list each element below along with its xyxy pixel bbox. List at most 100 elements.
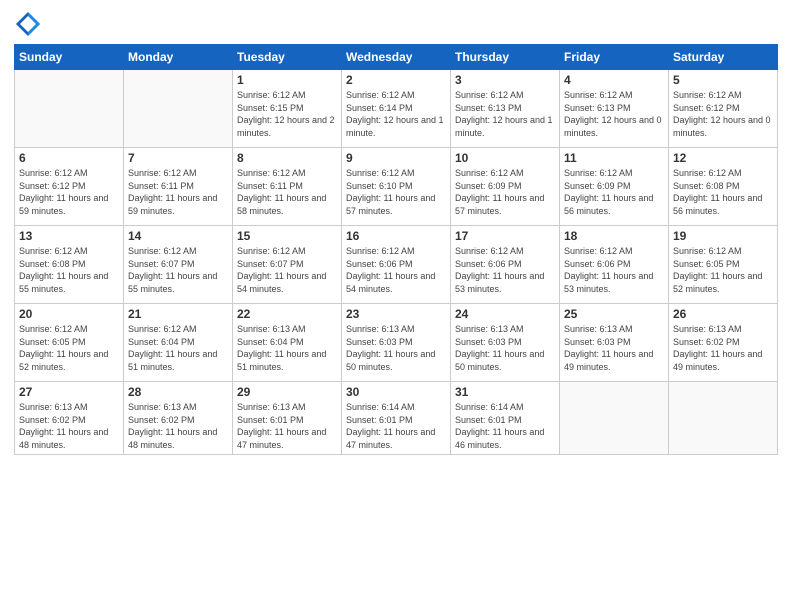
day-info: Sunrise: 6:13 AM Sunset: 6:02 PM Dayligh… xyxy=(128,401,228,451)
day-number: 17 xyxy=(455,229,555,243)
day-number: 5 xyxy=(673,73,773,87)
calendar-day-cell: 18 Sunrise: 6:12 AM Sunset: 6:06 PM Dayli… xyxy=(560,226,669,304)
day-number: 22 xyxy=(237,307,337,321)
day-info: Sunrise: 6:12 AM Sunset: 6:06 PM Dayligh… xyxy=(346,245,446,295)
day-info: Sunrise: 6:13 AM Sunset: 6:03 PM Dayligh… xyxy=(455,323,555,373)
calendar-day-cell: 4 Sunrise: 6:12 AM Sunset: 6:13 PM Daylig… xyxy=(560,70,669,148)
calendar-day-cell: 15 Sunrise: 6:12 AM Sunset: 6:07 PM Dayli… xyxy=(233,226,342,304)
day-number: 3 xyxy=(455,73,555,87)
calendar-week-row: 27 Sunrise: 6:13 AM Sunset: 6:02 PM Dayli… xyxy=(15,382,778,455)
day-number: 29 xyxy=(237,385,337,399)
day-info: Sunrise: 6:12 AM Sunset: 6:06 PM Dayligh… xyxy=(564,245,664,295)
calendar-day-cell: 12 Sunrise: 6:12 AM Sunset: 6:08 PM Dayli… xyxy=(669,148,778,226)
day-number: 13 xyxy=(19,229,119,243)
calendar-day-cell: 28 Sunrise: 6:13 AM Sunset: 6:02 PM Dayli… xyxy=(124,382,233,455)
calendar-day-cell: 26 Sunrise: 6:13 AM Sunset: 6:02 PM Dayli… xyxy=(669,304,778,382)
calendar-day-cell: 6 Sunrise: 6:12 AM Sunset: 6:12 PM Daylig… xyxy=(15,148,124,226)
day-number: 4 xyxy=(564,73,664,87)
day-number: 15 xyxy=(237,229,337,243)
day-info: Sunrise: 6:12 AM Sunset: 6:15 PM Dayligh… xyxy=(237,89,337,139)
calendar-day-cell: 23 Sunrise: 6:13 AM Sunset: 6:03 PM Dayli… xyxy=(342,304,451,382)
calendar-day-cell: 3 Sunrise: 6:12 AM Sunset: 6:13 PM Daylig… xyxy=(451,70,560,148)
calendar-day-cell: 31Sunrise: 6:14 AM Sunset: 6:01 PM Dayli… xyxy=(451,382,560,455)
day-info: Sunrise: 6:12 AM Sunset: 6:10 PM Dayligh… xyxy=(346,167,446,217)
day-number: 18 xyxy=(564,229,664,243)
calendar-day-cell: 30Sunrise: 6:14 AM Sunset: 6:01 PM Dayli… xyxy=(342,382,451,455)
day-number: 25 xyxy=(564,307,664,321)
calendar-header-cell: Saturday xyxy=(669,45,778,70)
day-number: 21 xyxy=(128,307,228,321)
calendar-week-row: 13 Sunrise: 6:12 AM Sunset: 6:08 PM Dayli… xyxy=(15,226,778,304)
day-number: 30 xyxy=(346,385,446,399)
calendar-day-cell: 20 Sunrise: 6:12 AM Sunset: 6:05 PM Dayli… xyxy=(15,304,124,382)
day-number: 6 xyxy=(19,151,119,165)
day-number: 16 xyxy=(346,229,446,243)
calendar-day-cell: 19 Sunrise: 6:12 AM Sunset: 6:05 PM Dayli… xyxy=(669,226,778,304)
calendar-day-cell xyxy=(669,382,778,455)
day-number: 20 xyxy=(19,307,119,321)
day-info: Sunrise: 6:12 AM Sunset: 6:08 PM Dayligh… xyxy=(673,167,773,217)
calendar-day-cell: 2 Sunrise: 6:12 AM Sunset: 6:14 PM Daylig… xyxy=(342,70,451,148)
day-info: Sunrise: 6:13 AM Sunset: 6:02 PM Dayligh… xyxy=(673,323,773,373)
calendar-day-cell: 7Sunrise: 6:12 AM Sunset: 6:11 PM Daylig… xyxy=(124,148,233,226)
day-info: Sunrise: 6:13 AM Sunset: 6:02 PM Dayligh… xyxy=(19,401,119,451)
header xyxy=(14,10,778,38)
calendar-day-cell: 9 Sunrise: 6:12 AM Sunset: 6:10 PM Daylig… xyxy=(342,148,451,226)
calendar: SundayMondayTuesdayWednesdayThursdayFrid… xyxy=(14,44,778,455)
day-info: Sunrise: 6:12 AM Sunset: 6:04 PM Dayligh… xyxy=(128,323,228,373)
day-number: 28 xyxy=(128,385,228,399)
day-number: 9 xyxy=(346,151,446,165)
calendar-header-cell: Wednesday xyxy=(342,45,451,70)
day-info: Sunrise: 6:12 AM Sunset: 6:13 PM Dayligh… xyxy=(564,89,664,139)
calendar-day-cell: 29Sunrise: 6:13 AM Sunset: 6:01 PM Dayli… xyxy=(233,382,342,455)
calendar-header-cell: Monday xyxy=(124,45,233,70)
day-info: Sunrise: 6:12 AM Sunset: 6:14 PM Dayligh… xyxy=(346,89,446,139)
day-info: Sunrise: 6:13 AM Sunset: 6:03 PM Dayligh… xyxy=(564,323,664,373)
day-number: 12 xyxy=(673,151,773,165)
calendar-day-cell: 25 Sunrise: 6:13 AM Sunset: 6:03 PM Dayli… xyxy=(560,304,669,382)
calendar-day-cell: 17Sunrise: 6:12 AM Sunset: 6:06 PM Dayli… xyxy=(451,226,560,304)
day-number: 23 xyxy=(346,307,446,321)
calendar-day-cell: 27 Sunrise: 6:13 AM Sunset: 6:02 PM Dayli… xyxy=(15,382,124,455)
day-number: 11 xyxy=(564,151,664,165)
day-info: Sunrise: 6:12 AM Sunset: 6:07 PM Dayligh… xyxy=(128,245,228,295)
calendar-header-row: SundayMondayTuesdayWednesdayThursdayFrid… xyxy=(15,45,778,70)
day-info: Sunrise: 6:12 AM Sunset: 6:09 PM Dayligh… xyxy=(455,167,555,217)
day-info: Sunrise: 6:12 AM Sunset: 6:08 PM Dayligh… xyxy=(19,245,119,295)
day-info: Sunrise: 6:12 AM Sunset: 6:05 PM Dayligh… xyxy=(19,323,119,373)
calendar-header-cell: Thursday xyxy=(451,45,560,70)
day-info: Sunrise: 6:12 AM Sunset: 6:07 PM Dayligh… xyxy=(237,245,337,295)
day-number: 1 xyxy=(237,73,337,87)
calendar-day-cell xyxy=(560,382,669,455)
day-info: Sunrise: 6:12 AM Sunset: 6:09 PM Dayligh… xyxy=(564,167,664,217)
day-info: Sunrise: 6:12 AM Sunset: 6:11 PM Dayligh… xyxy=(128,167,228,217)
day-number: 26 xyxy=(673,307,773,321)
calendar-day-cell: 16 Sunrise: 6:12 AM Sunset: 6:06 PM Dayli… xyxy=(342,226,451,304)
day-number: 14 xyxy=(128,229,228,243)
calendar-day-cell xyxy=(124,70,233,148)
day-info: Sunrise: 6:13 AM Sunset: 6:03 PM Dayligh… xyxy=(346,323,446,373)
day-info: Sunrise: 6:12 AM Sunset: 6:12 PM Dayligh… xyxy=(19,167,119,217)
calendar-day-cell: 22 Sunrise: 6:13 AM Sunset: 6:04 PM Dayli… xyxy=(233,304,342,382)
day-number: 27 xyxy=(19,385,119,399)
day-number: 10 xyxy=(455,151,555,165)
calendar-week-row: 1 Sunrise: 6:12 AM Sunset: 6:15 PM Daylig… xyxy=(15,70,778,148)
day-number: 8 xyxy=(237,151,337,165)
day-info: Sunrise: 6:12 AM Sunset: 6:13 PM Dayligh… xyxy=(455,89,555,139)
day-number: 19 xyxy=(673,229,773,243)
calendar-day-cell: 1 Sunrise: 6:12 AM Sunset: 6:15 PM Daylig… xyxy=(233,70,342,148)
logo-icon xyxy=(14,10,42,38)
calendar-day-cell: 14 Sunrise: 6:12 AM Sunset: 6:07 PM Dayli… xyxy=(124,226,233,304)
day-info: Sunrise: 6:14 AM Sunset: 6:01 PM Dayligh… xyxy=(455,401,555,451)
calendar-week-row: 20 Sunrise: 6:12 AM Sunset: 6:05 PM Dayli… xyxy=(15,304,778,382)
day-info: Sunrise: 6:13 AM Sunset: 6:04 PM Dayligh… xyxy=(237,323,337,373)
logo xyxy=(14,10,46,38)
day-info: Sunrise: 6:12 AM Sunset: 6:05 PM Dayligh… xyxy=(673,245,773,295)
calendar-day-cell: 13 Sunrise: 6:12 AM Sunset: 6:08 PM Dayli… xyxy=(15,226,124,304)
calendar-day-cell: 8Sunrise: 6:12 AM Sunset: 6:11 PM Daylig… xyxy=(233,148,342,226)
calendar-day-cell: 5Sunrise: 6:12 AM Sunset: 6:12 PM Daylig… xyxy=(669,70,778,148)
day-number: 24 xyxy=(455,307,555,321)
calendar-header-cell: Tuesday xyxy=(233,45,342,70)
day-number: 2 xyxy=(346,73,446,87)
calendar-body: 1 Sunrise: 6:12 AM Sunset: 6:15 PM Daylig… xyxy=(15,70,778,455)
